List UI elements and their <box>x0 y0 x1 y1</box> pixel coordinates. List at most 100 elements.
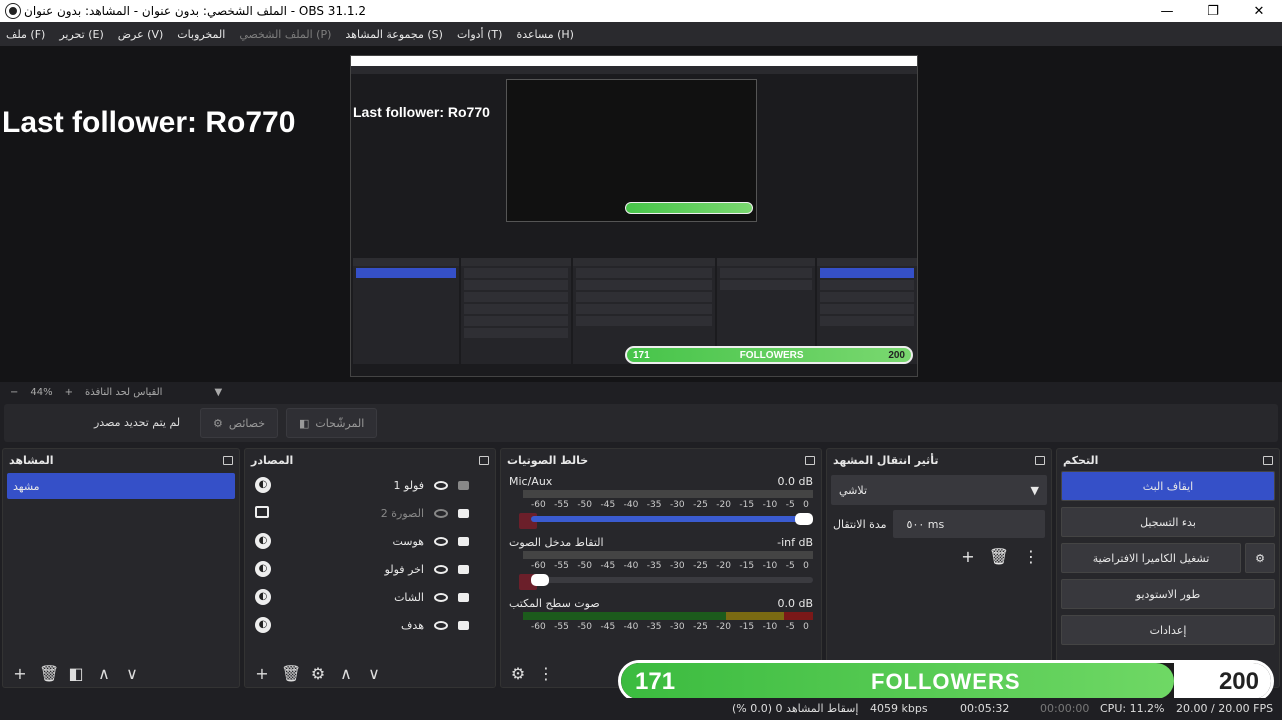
remove-source-icon[interactable]: 🗑 <box>281 664 301 683</box>
followers-current: 171 <box>635 668 676 695</box>
eye-icon[interactable] <box>434 620 448 630</box>
undock-icon[interactable] <box>479 455 489 465</box>
menu-help[interactable]: مساعدة (H) <box>516 28 574 41</box>
lock-icon[interactable] <box>458 592 469 602</box>
move-up-icon[interactable]: ∧ <box>95 664 113 683</box>
nested-followers-goal: 200 <box>888 349 905 361</box>
source-row[interactable]: ◐ فولو 1 <box>245 471 495 499</box>
undock-icon[interactable] <box>223 455 233 465</box>
remove-scene-icon[interactable]: 🗑 <box>39 664 59 683</box>
close-button[interactable]: ✕ <box>1236 0 1282 22</box>
channel-db: -inf dB <box>777 536 813 549</box>
source-name: الصورة 2 <box>380 506 424 520</box>
menu-tools[interactable]: أدوات (T) <box>457 28 503 41</box>
menu-scene-collection[interactable]: مجموعة المشاهد (S) <box>345 28 443 41</box>
mixer-menu-icon[interactable]: ⋮ <box>537 664 555 683</box>
preview-canvas[interactable]: Last follower: Ro770 Last follower: Ro77… <box>0 46 1282 382</box>
start-recording-button[interactable]: بدء التسجيل <box>1061 507 1275 537</box>
source-row[interactable]: الصورة 2 <box>245 499 495 527</box>
lock-icon[interactable] <box>458 564 469 574</box>
remove-transition-icon[interactable]: 🗑 <box>989 547 1009 566</box>
browser-source-icon: ◐ <box>255 589 271 605</box>
filters-label: المرشّحات <box>315 416 365 430</box>
add-scene-icon[interactable]: + <box>11 664 29 683</box>
eye-icon[interactable] <box>434 564 448 574</box>
mixer-dock: خالط الصوتيات Mic/Aux 0.0 dB -60 -55 -50 -45… <box>500 448 822 688</box>
lock-icon[interactable] <box>458 536 469 546</box>
followers-label: FOLLOWERS <box>871 669 1021 694</box>
nested-followers-current: 171 <box>633 349 650 361</box>
move-down-icon[interactable]: ∨ <box>123 664 141 683</box>
slider-knob[interactable] <box>795 513 813 525</box>
source-row[interactable]: ◐ هوست <box>245 527 495 555</box>
virtual-camera-settings-icon[interactable]: ⚙ <box>1245 543 1275 573</box>
undock-icon[interactable] <box>805 455 815 465</box>
nested-followers-bar-small <box>625 202 753 214</box>
move-up-icon[interactable]: ∧ <box>337 664 355 683</box>
maximize-button[interactable]: ❐ <box>1190 0 1236 22</box>
source-row[interactable]: ◐ هدف <box>245 611 495 639</box>
chevron-down-icon: ▼ <box>1030 483 1039 497</box>
transition-select[interactable]: تلاشي ▼ <box>831 475 1047 505</box>
sources-title: المصادر <box>251 453 294 467</box>
menu-edit[interactable]: تحرير (E) <box>59 28 103 41</box>
menu-profile[interactable]: الملف الشخصي (P) <box>239 28 331 41</box>
minimize-button[interactable]: — <box>1144 0 1190 22</box>
volume-slider[interactable] <box>531 574 813 586</box>
source-settings-icon[interactable]: ⚙ <box>309 664 327 683</box>
sources-dock: المصادر ◐ فولو 1 الصورة 2 ◐ هوست ◐ اخر فولو… <box>244 448 496 688</box>
zoom-in-button[interactable]: + <box>65 387 73 398</box>
source-row[interactable]: ◐ الشات <box>245 583 495 611</box>
source-row[interactable]: ◐ اخر فولو <box>245 555 495 583</box>
duration-input[interactable]: ٥٠٠ ms <box>892 510 1045 538</box>
nested-title-bar <box>351 56 917 66</box>
start-virtual-camera-button[interactable]: تشغيل الكاميرا الافتراضية <box>1061 543 1241 573</box>
volume-slider[interactable] <box>531 513 813 525</box>
studio-mode-button[interactable]: طور الاستوديو <box>1061 579 1275 609</box>
properties-button[interactable]: ⚙ خصائص <box>200 408 279 438</box>
obs-logo-icon <box>6 4 20 18</box>
scene-item[interactable]: مشهد <box>7 473 235 499</box>
lock-icon[interactable] <box>458 620 469 630</box>
undock-icon[interactable] <box>1035 455 1045 465</box>
scene-filters-icon[interactable]: ◧ <box>67 664 85 683</box>
browser-source-icon: ◐ <box>255 533 271 549</box>
source-name: هدف <box>401 618 424 632</box>
level-meter <box>523 551 813 559</box>
virtual-camera-row: تشغيل الكاميرا الافتراضية ⚙ <box>1057 543 1279 579</box>
settings-button[interactable]: إعدادات <box>1061 615 1275 645</box>
menu-bar: ملف (F) تحرير (E) عرض (V) المخروبات المل… <box>0 22 1282 46</box>
eye-icon[interactable] <box>434 592 448 602</box>
controls-title: التحكم <box>1063 453 1099 467</box>
add-transition-icon[interactable]: + <box>961 547 974 566</box>
slider-knob[interactable] <box>531 574 549 586</box>
source-toolbar: لم يتم تحديد مصدر ⚙ خصائص ◧ المرشّحات <box>4 404 1278 442</box>
eye-hidden-icon[interactable] <box>434 508 448 518</box>
transition-menu-icon[interactable]: ⋮ <box>1023 547 1039 566</box>
mixer-channels: Mic/Aux 0.0 dB -60 -55 -50 -45 -40 -35 -30 -25 -2… <box>501 471 821 646</box>
eye-icon[interactable] <box>434 536 448 546</box>
browser-source-icon: ◐ <box>255 477 271 493</box>
advanced-audio-icon[interactable]: ⚙ <box>509 664 527 683</box>
unlocked-icon[interactable] <box>458 480 469 490</box>
eye-icon[interactable] <box>434 480 448 490</box>
duration-value: ٥٠٠ ms <box>906 517 945 531</box>
gear-icon: ⚙ <box>213 416 223 430</box>
duration-label: مدة الانتقال <box>833 517 887 531</box>
menu-file[interactable]: ملف (F) <box>6 28 45 41</box>
move-down-icon[interactable]: ∨ <box>365 664 383 683</box>
source-name: هوست <box>392 534 424 548</box>
stop-streaming-button[interactable]: ايقاف البث <box>1061 471 1275 501</box>
meter-scale: -60 -55 -50 -45 -40 -35 -30 -25 -20 -15 -10 -5 0 <box>531 622 809 632</box>
nested-scenes-dock <box>353 258 459 364</box>
filters-button[interactable]: ◧ المرشّحات <box>286 408 378 438</box>
menu-docks[interactable]: المخروبات <box>177 28 225 41</box>
title-bar: الملف الشخصي: بدون عنوان - المشاهد: بدون… <box>0 0 1282 22</box>
lock-icon[interactable] <box>458 508 469 518</box>
undock-icon[interactable] <box>1263 455 1273 465</box>
zoom-dropdown-icon[interactable]: ▼ <box>214 387 222 398</box>
add-source-icon[interactable]: + <box>253 664 271 683</box>
nested-last-follower-text: Last follower: Ro770 <box>353 104 490 120</box>
zoom-out-button[interactable]: − <box>10 387 18 398</box>
menu-view[interactable]: عرض (V) <box>118 28 164 41</box>
